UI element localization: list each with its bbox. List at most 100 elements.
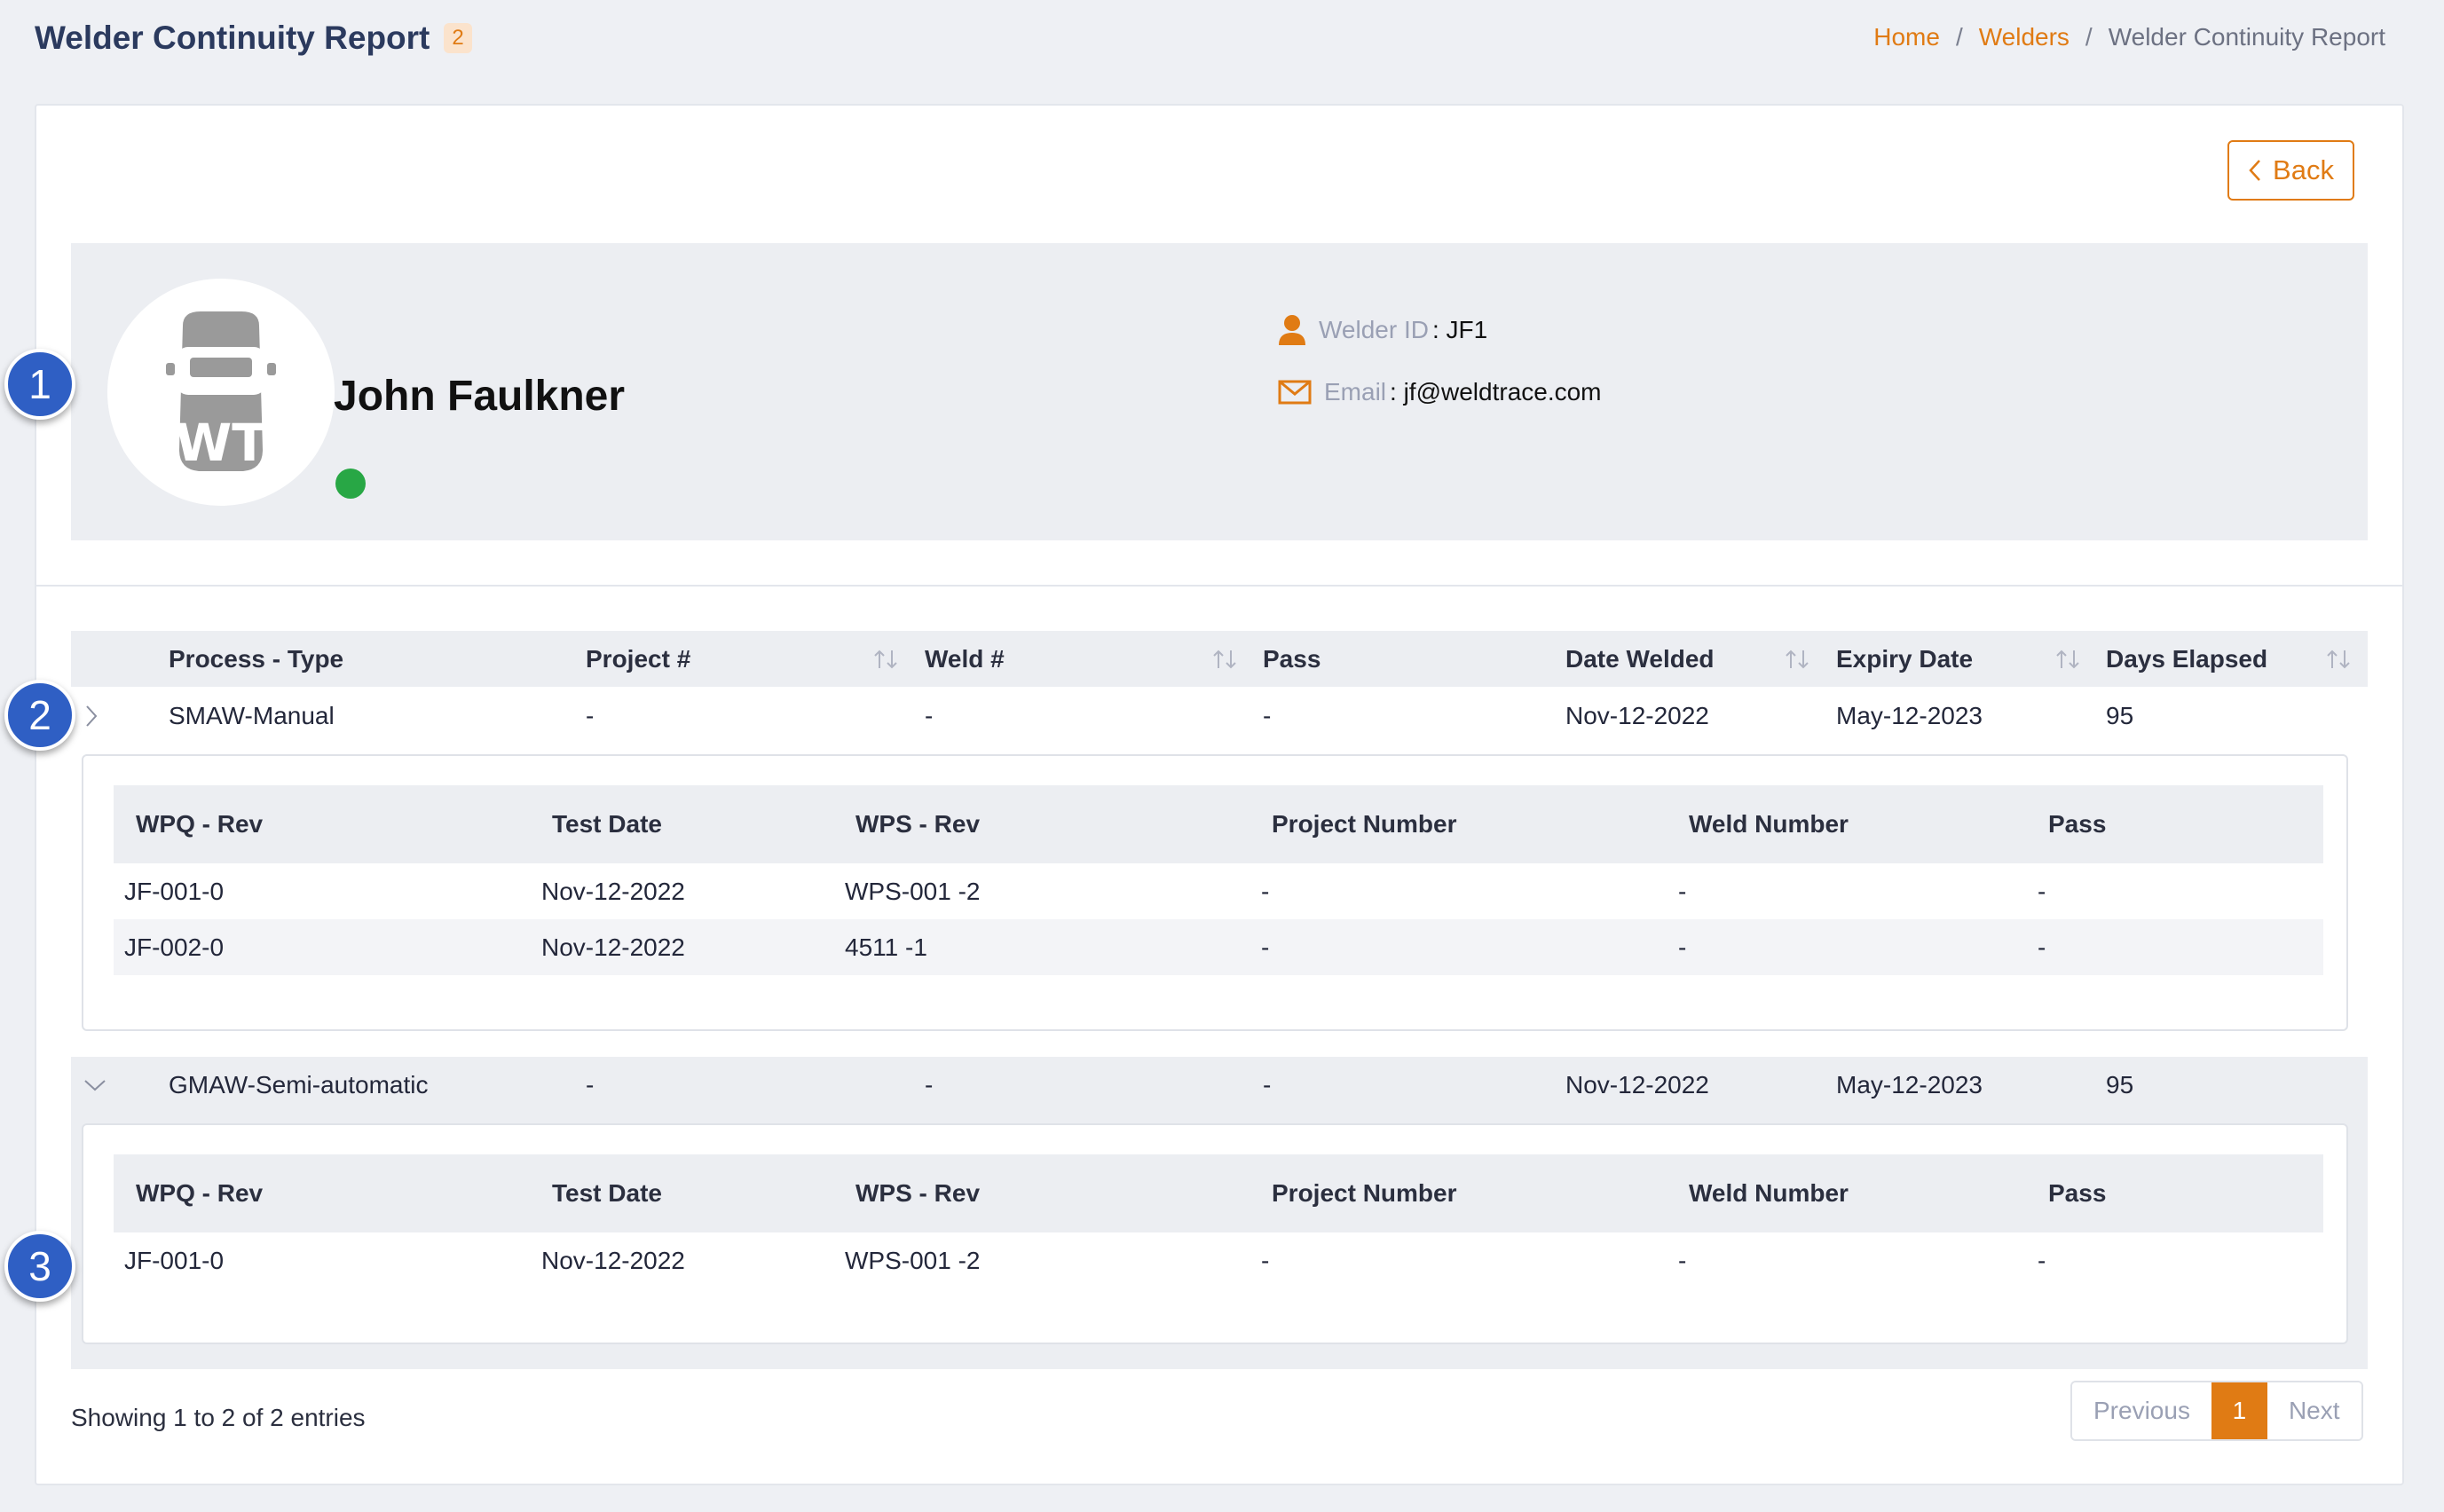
breadcrumb-welders[interactable]: Welders	[1979, 23, 2070, 51]
breadcrumb: Home / Welders / Welder Continuity Repor…	[1873, 23, 2385, 51]
pagination-next[interactable]: Next	[2267, 1382, 2361, 1439]
mail-icon	[1278, 380, 1312, 405]
child-cell-wpq: JF-002-0	[124, 933, 225, 961]
chevron-right-icon[interactable]	[82, 703, 101, 729]
child-table-panel: WPQ - Rev Test Date WPS - Rev Project Nu…	[82, 754, 2348, 1031]
table-row[interactable]: GMAW-Semi-automatic - - - Nov-12-2022 Ma…	[71, 1052, 2368, 1118]
welder-name: John Faulkner	[334, 373, 626, 420]
breadcrumb-home[interactable]: Home	[1873, 23, 1940, 51]
column-header-project[interactable]: Project #	[586, 631, 690, 687]
child-header-wpq: WPQ - Rev	[136, 810, 264, 838]
child-cell-weld-number: -	[1678, 1246, 1687, 1274]
welder-profile: WT John Faulkner Welder ID : JF1 Email :…	[71, 243, 2368, 540]
child-table-header: WPQ - Rev Test Date WPS - Rev Project Nu…	[114, 785, 2323, 863]
column-header-pass[interactable]: Pass	[1263, 631, 1321, 687]
cell-weld: -	[925, 1071, 934, 1099]
svg-text:WT: WT	[175, 413, 267, 473]
pagination-page-1[interactable]: 1	[2211, 1382, 2267, 1439]
page-title: Welder Continuity Report 2	[35, 20, 472, 57]
child-cell-project-number: -	[1261, 877, 1270, 905]
child-table-row: JF-001-0 Nov-12-2022 WPS-001 -2 - - -	[114, 863, 2323, 919]
child-cell-wps: 4511 -1	[845, 933, 927, 961]
column-header-date-welded[interactable]: Date Welded	[1565, 631, 1715, 687]
back-button[interactable]: Back	[2227, 140, 2354, 201]
cell-expiry-date: May-12-2023	[1836, 1071, 1983, 1099]
cell-days-elapsed: 95	[2106, 1071, 2134, 1099]
entries-info: Showing 1 to 2 of 2 entries	[71, 1404, 366, 1431]
child-header-wpq: WPQ - Rev	[136, 1179, 264, 1207]
child-header-test-date: Test Date	[552, 810, 662, 838]
page-title-text: Welder Continuity Report	[35, 20, 430, 56]
section-divider	[36, 585, 2402, 587]
child-cell-wps: WPS-001 -2	[845, 877, 981, 905]
cell-expiry-date: May-12-2023	[1836, 702, 1983, 729]
child-cell-wpq: JF-001-0	[124, 877, 225, 905]
child-cell-test-date: Nov-12-2022	[541, 933, 685, 961]
column-header-weld[interactable]: Weld #	[925, 631, 1005, 687]
child-header-project-number: Project Number	[1272, 810, 1457, 838]
child-cell-pass: -	[2038, 933, 2046, 961]
user-icon	[1279, 315, 1305, 345]
sort-icon[interactable]	[1784, 649, 1810, 670]
back-button-label: Back	[2273, 154, 2334, 185]
child-cell-weld-number: -	[1678, 877, 1687, 905]
callout-badge-2: 2	[4, 680, 75, 751]
cell-project: -	[586, 702, 595, 729]
child-header-test-date: Test Date	[552, 1179, 662, 1207]
child-header-pass: Pass	[2048, 1179, 2107, 1207]
cell-project: -	[586, 1071, 595, 1099]
count-badge: 2	[444, 23, 472, 53]
cell-pass: -	[1263, 702, 1272, 729]
cell-date-welded: Nov-12-2022	[1565, 1071, 1709, 1099]
welder-id-label: Welder ID	[1319, 316, 1429, 343]
breadcrumb-separator: /	[2085, 23, 2093, 51]
child-cell-test-date: Nov-12-2022	[541, 1246, 685, 1274]
online-status-dot	[335, 469, 366, 499]
email-line: Email : jf@weldtrace.com	[1278, 378, 1602, 406]
child-header-wps: WPS - Rev	[855, 1179, 981, 1207]
welding-helmet-icon: WT	[166, 311, 276, 473]
email-label: Email	[1324, 378, 1387, 406]
child-table-row: JF-002-0 Nov-12-2022 4511 -1 - - -	[114, 919, 2323, 975]
chevron-left-icon	[2249, 160, 2260, 181]
cell-process: GMAW-Semi-automatic	[169, 1071, 429, 1099]
child-cell-wps: WPS-001 -2	[845, 1246, 981, 1274]
cell-days-elapsed: 95	[2106, 702, 2134, 729]
breadcrumb-separator: /	[1955, 23, 1963, 51]
cell-date-welded: Nov-12-2022	[1565, 702, 1709, 729]
welder-id-line: Welder ID : JF1	[1278, 314, 1487, 346]
welder-id-value: : JF1	[1431, 316, 1488, 343]
sort-icon[interactable]	[2325, 649, 2352, 670]
callout-badge-1: 1	[4, 349, 75, 420]
child-cell-weld-number: -	[1678, 933, 1687, 961]
cell-process: SMAW-Manual	[169, 702, 335, 729]
child-header-weld-number: Weld Number	[1689, 810, 1849, 838]
table-header: Process - Type Project # Weld # Pass Dat…	[71, 631, 2368, 687]
sort-icon[interactable]	[2054, 649, 2081, 670]
column-header-days-elapsed[interactable]: Days Elapsed	[2106, 631, 2267, 687]
pagination: Previous 1 Next	[2070, 1381, 2363, 1441]
child-cell-project-number: -	[1261, 1246, 1270, 1274]
child-cell-pass: -	[2038, 1246, 2046, 1274]
sort-icon[interactable]	[872, 649, 899, 670]
cell-weld: -	[925, 702, 934, 729]
cell-pass: -	[1263, 1071, 1272, 1099]
chevron-down-icon[interactable]	[82, 1075, 108, 1095]
pagination-previous[interactable]: Previous	[2072, 1382, 2211, 1439]
table-row[interactable]: SMAW-Manual - - - Nov-12-2022 May-12-202…	[71, 683, 2368, 749]
child-header-wps: WPS - Rev	[855, 810, 981, 838]
column-header-process[interactable]: Process - Type	[169, 631, 343, 687]
child-table-row: JF-001-0 Nov-12-2022 WPS-001 -2 - - -	[114, 1232, 2323, 1288]
breadcrumb-current: Welder Continuity Report	[2108, 23, 2385, 51]
child-header-weld-number: Weld Number	[1689, 1179, 1849, 1207]
column-header-expiry-date[interactable]: Expiry Date	[1836, 631, 1973, 687]
avatar: WT	[107, 279, 335, 506]
email-value[interactable]: : jf@weldtrace.com	[1390, 378, 1602, 406]
child-table-panel: WPQ - Rev Test Date WPS - Rev Project Nu…	[82, 1123, 2348, 1344]
callout-badge-3: 3	[4, 1231, 75, 1302]
child-cell-pass: -	[2038, 877, 2046, 905]
child-header-project-number: Project Number	[1272, 1179, 1457, 1207]
child-header-pass: Pass	[2048, 810, 2107, 838]
child-cell-wpq: JF-001-0	[124, 1246, 225, 1274]
sort-icon[interactable]	[1211, 649, 1238, 670]
